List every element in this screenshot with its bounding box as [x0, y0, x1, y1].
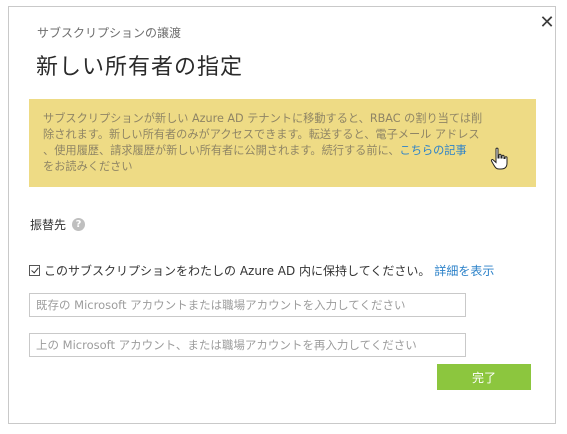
- warning-line-1: サブスクリプションが新しい Azure AD テナントに移動すると、RBAC の…: [43, 112, 483, 125]
- warning-line-3-text: 、使用履歴、請求履歴が新しい所有者に公開されます。続行する前に、: [43, 144, 400, 157]
- keep-subscription-row: このサブスクリプションをわたしの Azure AD 内に保持してください。 詳細…: [29, 262, 494, 279]
- account-input[interactable]: [29, 293, 466, 317]
- dialog-subtitle: サブスクリプションの譲渡: [37, 26, 182, 40]
- warning-line-3: 、使用履歴、請求履歴が新しい所有者に公開されます。続行する前に、こちらの記事: [43, 143, 520, 159]
- dialog-title: 新しい所有者の指定: [36, 55, 244, 80]
- help-icon[interactable]: ?: [72, 218, 85, 231]
- done-button[interactable]: 完了: [437, 364, 531, 390]
- checkbox-checked-icon[interactable]: [29, 265, 40, 276]
- warning-line-4: をお読みください: [43, 160, 133, 173]
- hand-cursor-icon: [490, 147, 508, 170]
- warning-box: サブスクリプションが新しい Azure AD テナントに移動すると、RBAC の…: [29, 99, 536, 187]
- article-link[interactable]: こちらの記事: [400, 144, 467, 157]
- keep-subscription-label: このサブスクリプションをわたしの Azure AD 内に保持してください。: [44, 264, 431, 278]
- transfer-target-label: 振替先: [30, 218, 67, 232]
- confirm-account-input[interactable]: [29, 333, 466, 357]
- details-link[interactable]: 詳細を表示: [434, 262, 494, 279]
- close-icon[interactable]: ✕: [537, 13, 557, 33]
- transfer-subscription-dialog: ✕ サブスクリプションの譲渡 新しい所有者の指定: [8, 6, 556, 424]
- warning-line-2: 除されます。新しい所有者のみがアクセスできます。転送すると、電子メール アドレス: [43, 128, 480, 141]
